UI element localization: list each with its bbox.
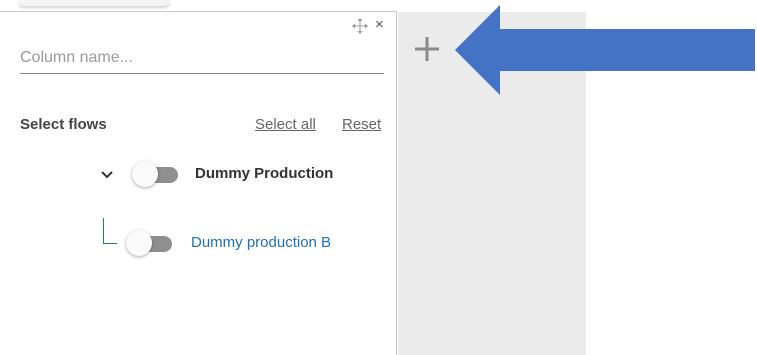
flow-label-dummy-production: Dummy Production xyxy=(195,165,334,182)
close-icon[interactable]: × xyxy=(375,17,384,33)
plus-icon[interactable] xyxy=(414,36,440,62)
column-name-input[interactable] xyxy=(20,42,384,74)
flow-link-dummy-production-b[interactable]: Dummy production B xyxy=(191,234,331,251)
flow-toggle-dummy-production-b[interactable] xyxy=(126,229,172,257)
column-editor-panel: × Select flows Select all Reset Dummy Pr… xyxy=(0,12,397,355)
reset-link[interactable]: Reset xyxy=(342,116,381,133)
toggle-knob xyxy=(132,161,158,187)
toggle-knob xyxy=(126,230,152,256)
chevron-down-icon[interactable] xyxy=(100,170,114,180)
move-icon[interactable] xyxy=(352,18,368,34)
flow-toggle-dummy-production[interactable] xyxy=(132,160,178,188)
screenshot-stage: × Select flows Select all Reset Dummy Pr… xyxy=(0,0,757,355)
select-all-link[interactable]: Select all xyxy=(255,116,316,133)
select-flows-heading: Select flows xyxy=(20,116,107,133)
tree-connector xyxy=(103,218,117,244)
arrow-left-icon xyxy=(455,5,755,95)
top-tab[interactable] xyxy=(18,0,170,6)
